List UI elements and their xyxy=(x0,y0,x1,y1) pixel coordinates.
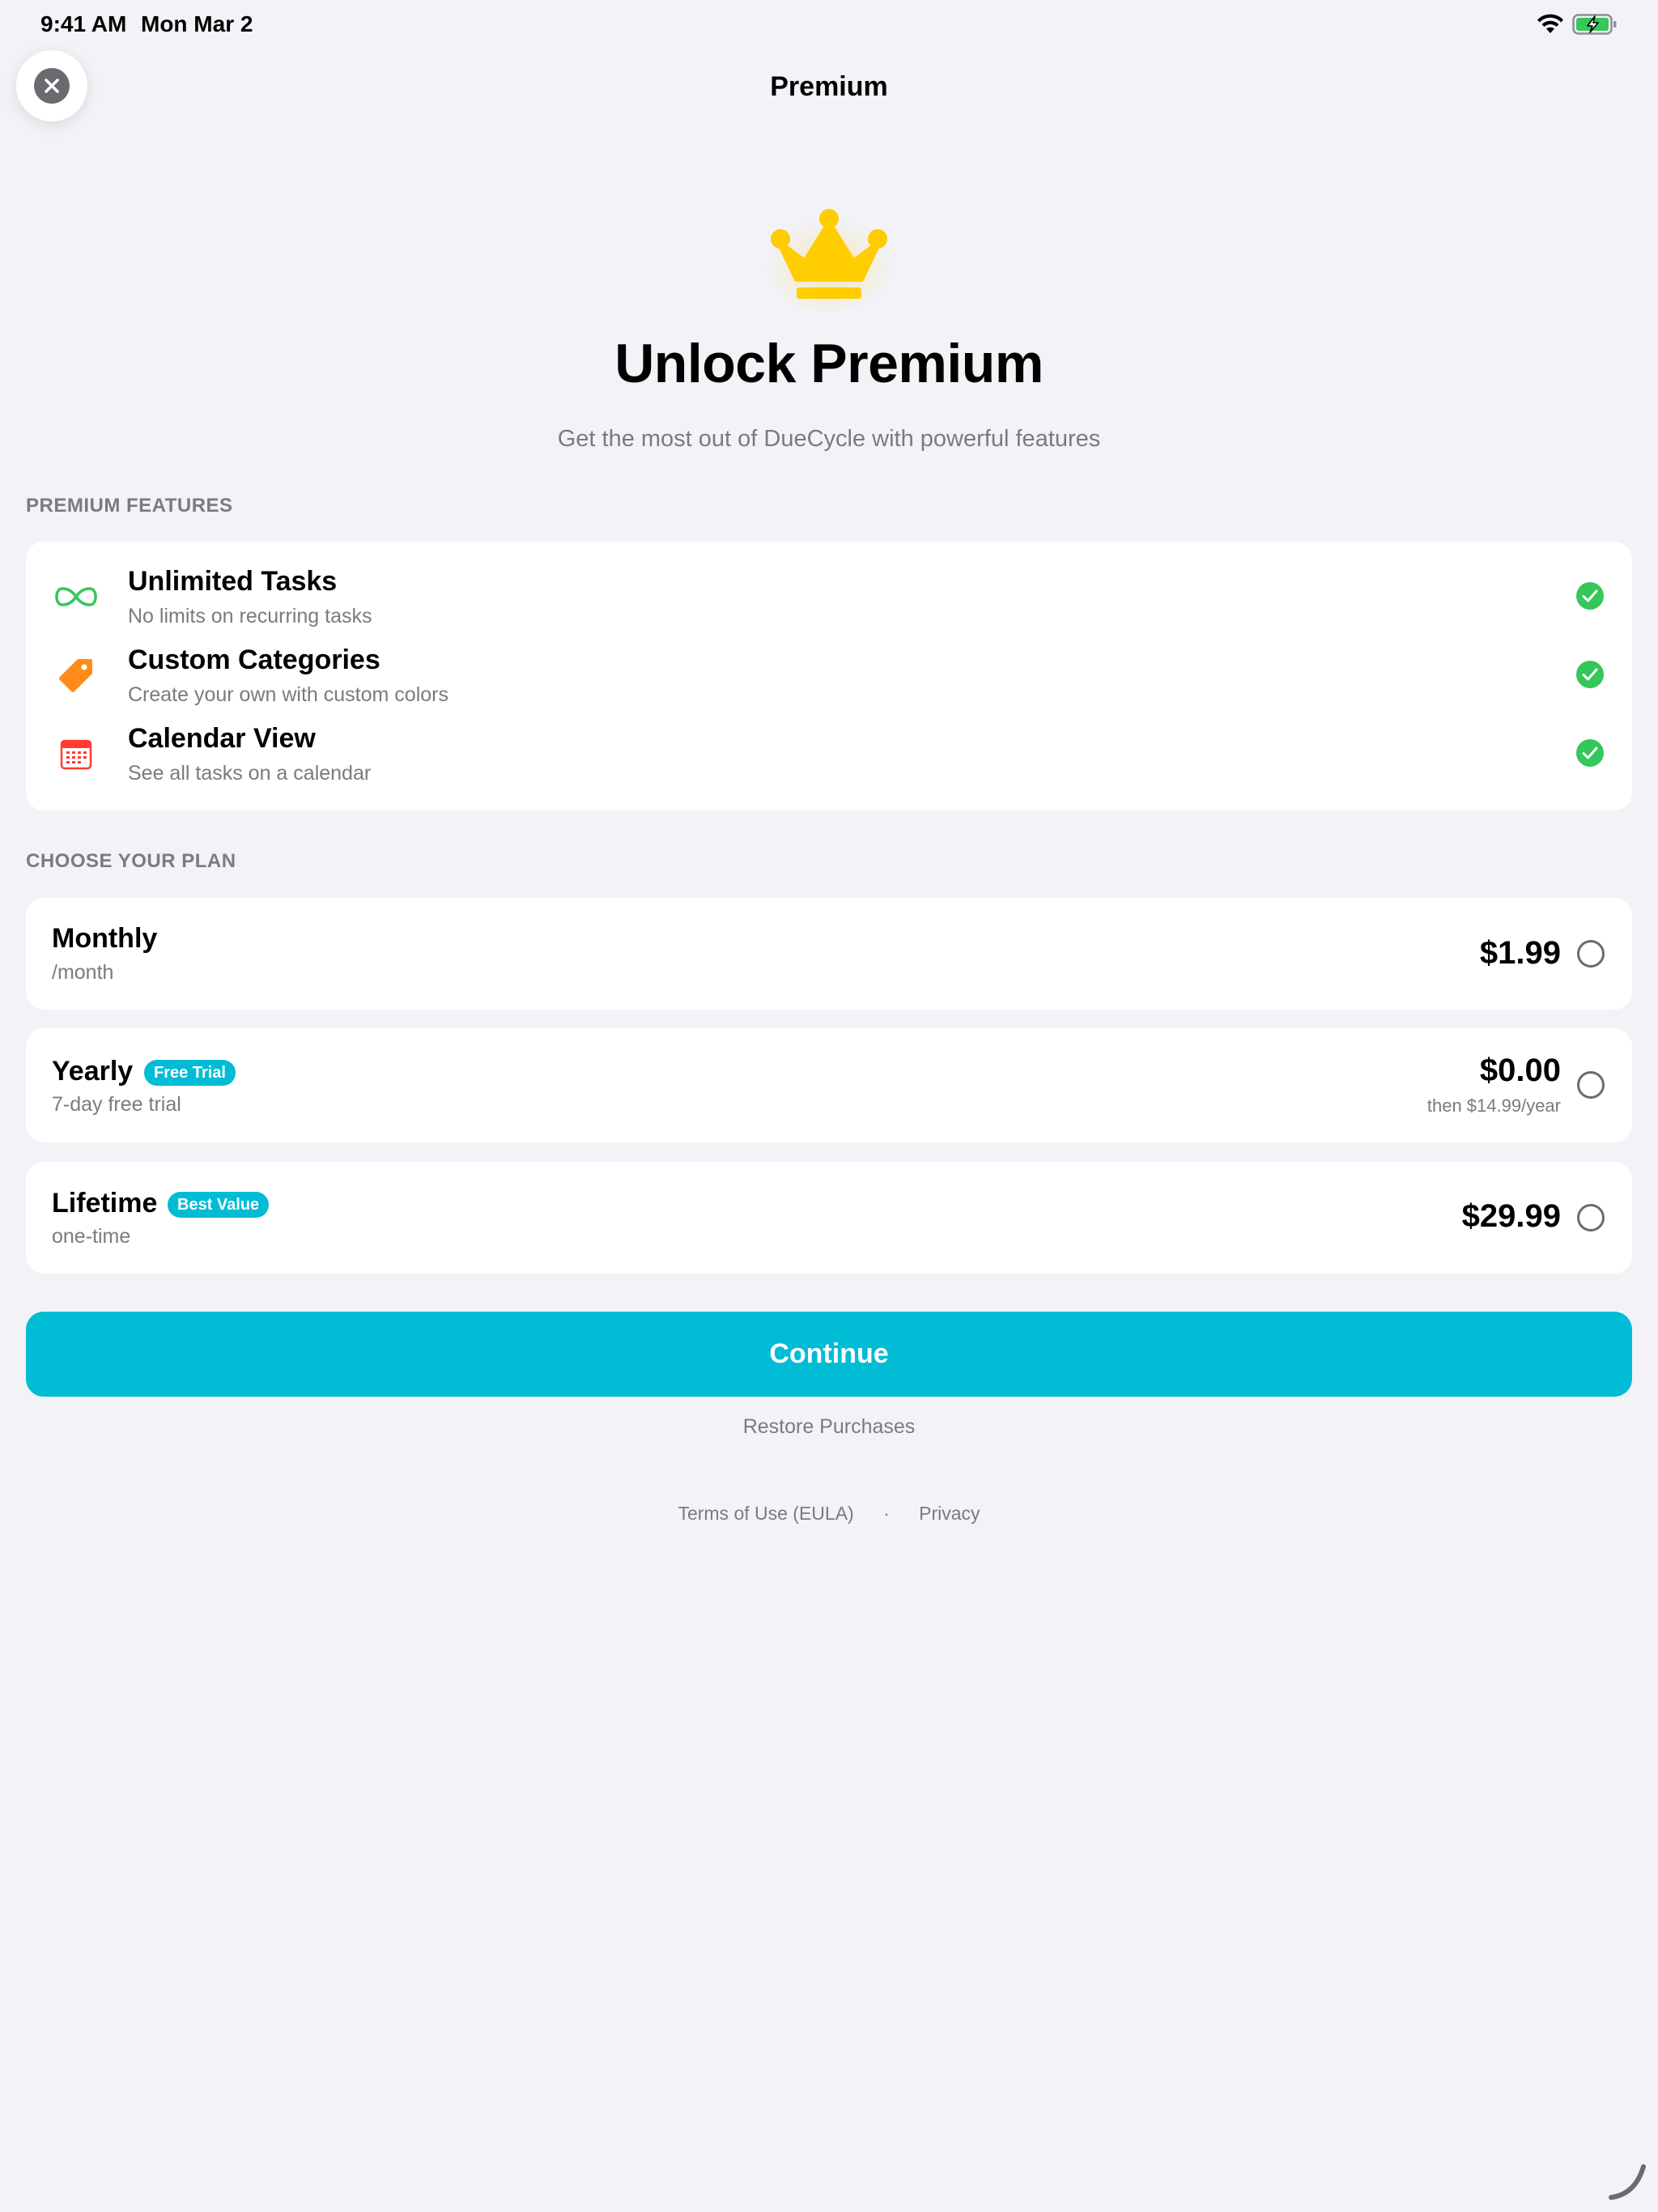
feature-row-custom-categories: Custom Categories Create your own with c… xyxy=(26,633,1632,712)
crown-icon xyxy=(766,209,892,312)
infinity-icon xyxy=(53,574,99,619)
status-time: 9:41 AM xyxy=(40,11,127,36)
checkmark-icon xyxy=(1576,739,1604,767)
restore-purchases-link[interactable]: Restore Purchases xyxy=(0,1415,1658,1439)
plan-price: $0.00 xyxy=(1479,1053,1561,1088)
plan-subtitle: 7-day free trial xyxy=(52,1093,181,1116)
plan-subtitle: /month xyxy=(52,961,114,984)
features-section-header: PREMIUM FEATURES xyxy=(26,495,233,517)
plan-option-monthly[interactable]: Monthly /month $1.99 xyxy=(26,898,1632,1010)
terms-link[interactable]: Terms of Use (EULA) xyxy=(678,1503,853,1525)
feature-title: Unlimited Tasks xyxy=(128,566,338,597)
radio-button[interactable] xyxy=(1577,1071,1605,1099)
checkmark-icon xyxy=(1576,582,1604,610)
checkmark-icon xyxy=(1576,661,1604,688)
battery-charging-icon xyxy=(1572,14,1617,35)
footer-links: Terms of Use (EULA) · Privacy xyxy=(0,1503,1658,1525)
feature-row-unlimited-tasks: Unlimited Tasks No limits on recurring t… xyxy=(26,555,1632,633)
status-icons xyxy=(1537,13,1618,36)
feature-subtitle: See all tasks on a calendar xyxy=(128,762,372,785)
feature-row-calendar-view: Calendar View See all tasks on a calenda… xyxy=(26,712,1632,790)
plan-subtitle: one-time xyxy=(52,1225,131,1248)
best-value-badge: Best Value xyxy=(168,1192,270,1218)
plan-price: $1.99 xyxy=(1479,935,1561,971)
plan-price-note: then $14.99/year xyxy=(1426,1095,1561,1116)
features-card: Unlimited Tasks No limits on recurring t… xyxy=(26,542,1632,810)
privacy-link[interactable]: Privacy xyxy=(919,1503,980,1525)
plans-section-header: CHOOSE YOUR PLAN xyxy=(26,850,236,872)
tag-icon xyxy=(53,653,99,698)
hero-title: Unlock Premium xyxy=(614,333,1044,394)
radio-button[interactable] xyxy=(1577,1204,1605,1231)
nav-title: Premium xyxy=(770,71,888,102)
hero-subtitle: Get the most out of DueCycle with powerf… xyxy=(557,426,1101,452)
feature-subtitle: Create your own with custom colors xyxy=(128,683,449,706)
continue-button[interactable]: Continue xyxy=(26,1312,1632,1397)
plan-option-lifetime[interactable]: Lifetime Best Value one-time $29.99 xyxy=(26,1162,1632,1274)
plan-name: Monthly xyxy=(52,923,158,954)
resize-handle-icon xyxy=(1609,2164,1646,2200)
footer-separator: · xyxy=(883,1503,890,1524)
wifi-icon xyxy=(1537,14,1563,33)
feature-subtitle: No limits on recurring tasks xyxy=(128,605,372,627)
plan-price: $29.99 xyxy=(1461,1198,1561,1234)
radio-button[interactable] xyxy=(1577,940,1605,968)
plan-option-yearly[interactable]: Yearly Free Trial 7-day free trial $0.00… xyxy=(26,1028,1632,1142)
free-trial-badge: Free Trial xyxy=(144,1060,236,1086)
status-bar: 9:41 AM Mon Mar 2 xyxy=(0,0,1658,52)
plan-name: Yearly xyxy=(52,1056,134,1087)
status-date: Mon Mar 2 xyxy=(141,11,253,36)
feature-title: Calendar View xyxy=(128,723,316,754)
plan-name: Lifetime xyxy=(52,1188,158,1219)
calendar-icon xyxy=(53,731,99,776)
feature-title: Custom Categories xyxy=(128,644,380,675)
